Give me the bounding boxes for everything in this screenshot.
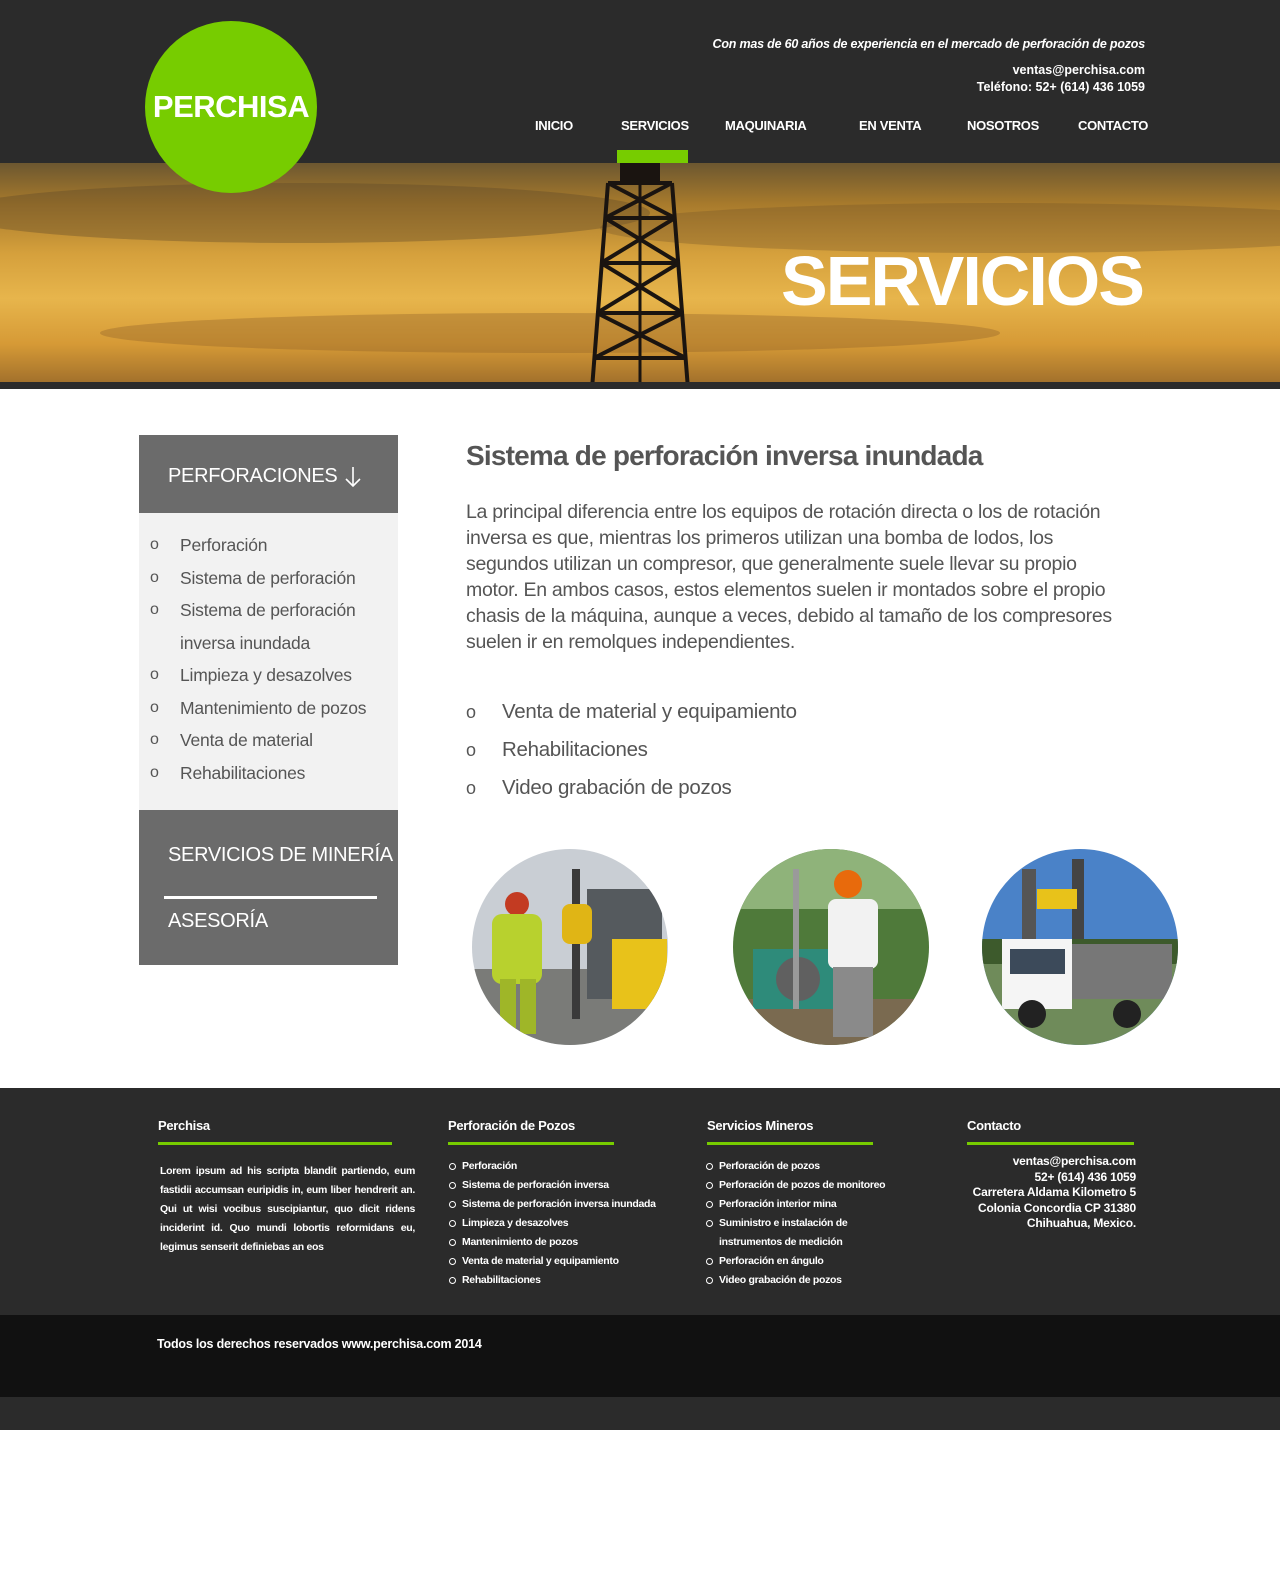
sidebar-links: SERVICIOS DE MINERÍA ASESORÍA (139, 810, 398, 965)
footer-contact-address: Carretera Aldama Kilometro 5 (972, 1185, 1137, 1199)
bullet: o (466, 778, 476, 798)
footer-link[interactable]: Perforación (448, 1157, 656, 1176)
footer-contact-address: Chihuahua, Mexico. (1026, 1216, 1136, 1230)
nav-maquinaria[interactable]: MAQUINARIA (725, 118, 807, 133)
footer-col-title: Perforación de Pozos (448, 1118, 575, 1133)
list-item-label: Rehabilitaciones (502, 738, 648, 761)
footer-link[interactable]: Venta de material y equipamiento (448, 1252, 656, 1271)
logo[interactable]: PERCHISA (145, 21, 317, 193)
footer-contact-block: ventas@perchisa.com 52+ (614) 436 1059 C… (972, 1154, 1137, 1232)
bullet: o (150, 666, 159, 683)
footer-link[interactable]: Sistema de perforación inversa (448, 1176, 656, 1195)
sidebar-item-label: Sistema de perforación inversa inundada (180, 600, 356, 653)
site-footer: Perchisa Lorem ipsum ad his scripta blan… (0, 1088, 1280, 1315)
bullet: o (466, 702, 476, 722)
footer-link[interactable]: Sistema de perforación inversa inundada (448, 1195, 656, 1214)
footer-link[interactable]: Suministro e instalación de instrumentos… (705, 1214, 875, 1252)
list-item-label: Venta de material y equipamiento (502, 700, 797, 723)
header-email[interactable]: ventas@perchisa.com (1013, 63, 1145, 77)
footer-col-title: Contacto (967, 1118, 1021, 1133)
footer-contact-email[interactable]: ventas@perchisa.com (973, 1154, 1136, 1170)
footer-link[interactable]: Video grabación de pozos (705, 1271, 915, 1290)
sidebar-item-label: Limpieza y desazolves (180, 665, 352, 685)
footer-link[interactable]: Perforación en ángulo (705, 1252, 915, 1271)
sidebar-item-label: Sistema de perforación (180, 567, 356, 588)
footer-link[interactable]: Mantenimiento de pozos (448, 1233, 656, 1252)
sidebar-divider (164, 896, 377, 899)
sidebar-item[interactable]: o Rehabilitaciones (139, 763, 398, 796)
bullet: o (466, 740, 476, 760)
arrow-down-icon (345, 467, 361, 488)
footer-list-perforacion: Perforación Sistema de perforación inver… (448, 1157, 656, 1290)
sidebar-item-label: Rehabilitaciones (180, 762, 306, 783)
footer-col-title: Servicios Mineros (707, 1118, 814, 1133)
footer-about-text: Lorem ipsum ad his scripta blandit parti… (160, 1165, 415, 1253)
photo-truck (982, 849, 1178, 1045)
bottom-strip (0, 1397, 1280, 1430)
bullet: o (150, 731, 159, 748)
drilling-rig-image (590, 163, 690, 389)
list-item-label: Video grabación de pozos (502, 776, 732, 799)
bullet: o (150, 568, 159, 586)
sidebar-heading-perforaciones[interactable]: PERFORACIONES (139, 435, 398, 513)
nav-en-venta[interactable]: EN VENTA (859, 118, 922, 133)
page-title: Sistema de perforación inversa inundada (466, 440, 983, 471)
sidebar-link-asesoria[interactable]: ASESORÍA (168, 910, 268, 933)
header-tagline: Con mas de 60 años de experiencia en el … (712, 37, 1146, 51)
copyright-text: Todos los derechos reservados www.perchi… (157, 1337, 482, 1351)
footer-link[interactable]: Rehabilitaciones (448, 1271, 656, 1290)
footer-link[interactable]: Limpieza y desazolves (448, 1214, 656, 1233)
photo-drill-worker (472, 849, 668, 1045)
hero-title: SERVICIOS (781, 242, 1145, 320)
nav-servicios[interactable]: SERVICIOS (621, 118, 689, 133)
footer-contact-address: Colonia Concordia CP 31380 (978, 1200, 1136, 1215)
header-phone: Teléfono: 52+ (614) 436 1059 (976, 80, 1145, 94)
footer-col-title: Perchisa (158, 1118, 210, 1133)
sidebar-item-label: Venta de material (180, 730, 313, 750)
nav-inicio[interactable]: INICIO (535, 118, 573, 133)
logo-text: PERCHISA (152, 89, 310, 124)
footer-link[interactable]: Perforación interior mina (705, 1195, 915, 1214)
sidebar-list: o Perforación o Sistema de perforación o… (139, 513, 398, 810)
sidebar-heading-label: PERFORACIONES (168, 465, 338, 487)
nav-nosotros[interactable]: NOSOTROS (967, 118, 1039, 133)
bullet: o (150, 601, 159, 618)
footer-contact-phone: 52+ (614) 436 1059 (1034, 1169, 1137, 1184)
nav-active-indicator (617, 150, 688, 163)
main-paragraph: La principal diferencia entre los equipo… (466, 501, 1112, 653)
copyright-bar: Todos los derechos reservados www.perchi… (0, 1315, 1280, 1397)
footer-link[interactable]: Perforación de pozos de monitoreo (705, 1176, 915, 1195)
bullet: o (150, 698, 159, 716)
sidebar-item[interactable]: o Sistema de perforación inversa inundad… (139, 600, 398, 665)
bullet: o (150, 536, 159, 553)
sidebar-item-label: Mantenimiento de pozos (180, 697, 367, 718)
footer-link[interactable]: Perforación de pozos (705, 1157, 915, 1176)
bullet: o (150, 763, 159, 781)
sidebar-link-mineria[interactable]: SERVICIOS DE MINERÍA (168, 844, 393, 867)
hero-banner: SERVICIOS (0, 163, 1280, 389)
footer-list-mineros: Perforación de pozos Perforación de pozo… (705, 1157, 915, 1290)
sidebar-item-label: Perforación (180, 535, 268, 555)
nav-contacto[interactable]: CONTACTO (1078, 118, 1148, 133)
photo-machine-worker (733, 849, 929, 1045)
